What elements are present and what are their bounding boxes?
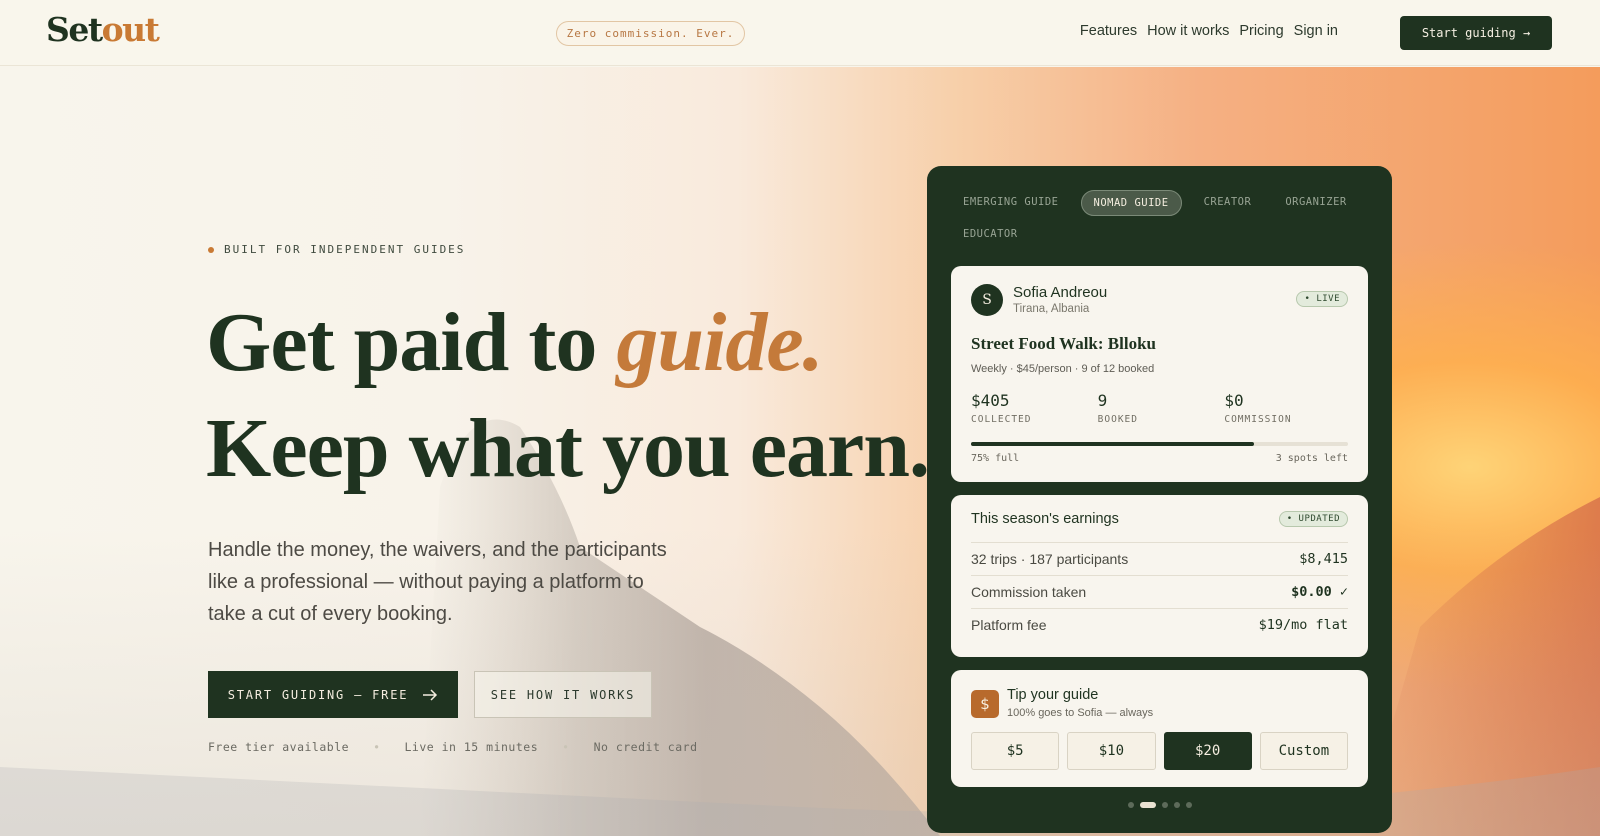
- hero-eyebrow: BUILT FOR INDEPENDENT GUIDES: [208, 243, 465, 256]
- hero-subtext: Handle the money, the waivers, and the p…: [208, 539, 667, 625]
- fill-percentage: 75% full: [971, 453, 1020, 464]
- earnings-value: $0.00 ✓: [1291, 584, 1348, 600]
- stat-label: COMMISSION: [1224, 414, 1292, 425]
- trip-title: Street Food Walk: Blloku: [971, 334, 1156, 353]
- earnings-card: This season's earnings • UPDATED 32 trip…: [951, 495, 1368, 657]
- perk-separator: •: [373, 740, 381, 754]
- earnings-value: $19/mo flat: [1258, 617, 1348, 633]
- stat-collected: $405 COLLECTED: [971, 391, 1098, 425]
- main-nav: Features How it works Pricing Sign in: [1080, 23, 1338, 39]
- logo-text-accent: out: [101, 10, 160, 49]
- booking-progress-bar: [971, 442, 1348, 446]
- dollar-icon: $: [971, 690, 999, 718]
- earnings-rows: 32 trips · 187 participants $8,415 Commi…: [971, 542, 1348, 641]
- earnings-label: Commission taken: [971, 584, 1087, 600]
- carousel-dot-active[interactable]: [1139, 802, 1156, 808]
- nav-link-features[interactable]: Features: [1080, 23, 1137, 39]
- earnings-title: This season's earnings: [971, 511, 1119, 527]
- tab-educator[interactable]: EDUCATOR: [951, 222, 1030, 246]
- updated-badge: • UPDATED: [1278, 511, 1348, 527]
- carousel-dots: [927, 802, 1392, 808]
- tip-option-20[interactable]: $20: [1163, 732, 1252, 770]
- stat-label: BOOKED: [1097, 414, 1138, 425]
- eyebrow-text: BUILT FOR INDEPENDENT GUIDES: [224, 243, 466, 256]
- trip-card: S Sofia Andreou Tirana, Albania • LIVE S…: [951, 266, 1368, 482]
- perk-separator: •: [562, 740, 570, 754]
- guide-showcase-panel: EMERGING GUIDE NOMAD GUIDE CREATOR ORGAN…: [927, 166, 1392, 833]
- tab-creator[interactable]: CREATOR: [1192, 190, 1264, 216]
- avatar: S: [971, 284, 1003, 316]
- tab-organizer[interactable]: ORGANIZER: [1273, 190, 1358, 216]
- tip-option-10[interactable]: $10: [1067, 732, 1156, 770]
- headline-accent: guide.: [616, 296, 823, 389]
- trip-meta: Weekly · $45/person · 9 of 12 booked: [971, 363, 1155, 375]
- arrow-right-icon: [423, 688, 438, 701]
- tagline-badge: Zero commission. Ever.: [556, 21, 745, 46]
- top-navigation: Setout Zero commission. Ever. Features H…: [0, 0, 1600, 66]
- hero-perks: Free tier available • Live in 15 minutes…: [208, 740, 698, 754]
- hero-headline: Get paid to guide. Keep what you earn.: [206, 290, 930, 502]
- start-guiding-free-button[interactable]: START GUIDING — FREE: [208, 671, 458, 718]
- nav-link-sign-in[interactable]: Sign in: [1294, 23, 1338, 39]
- tip-option-5[interactable]: $5: [971, 732, 1060, 770]
- nav-link-pricing[interactable]: Pricing: [1239, 23, 1283, 39]
- earnings-value: $8,415: [1299, 551, 1348, 567]
- stat-label: COLLECTED: [971, 414, 1032, 425]
- stat-value: $405: [971, 391, 1010, 410]
- stat-commission: $0 COMMISSION: [1224, 391, 1351, 425]
- spots-left: 3 spots left: [1275, 453, 1348, 464]
- earnings-row: Commission taken $0.00 ✓: [971, 575, 1348, 608]
- stat-value: 9: [1097, 391, 1108, 410]
- guide-name: Sofia Andreou: [1013, 284, 1108, 301]
- persona-tabs: EMERGING GUIDE NOMAD GUIDE CREATOR ORGAN…: [951, 190, 1371, 246]
- earnings-label: 32 trips · 187 participants: [971, 551, 1129, 567]
- earnings-row: Platform fee $19/mo flat: [971, 608, 1348, 641]
- trip-stats: $405 COLLECTED 9 BOOKED $0 COMMISSION: [971, 391, 1351, 425]
- carousel-dot[interactable]: [1127, 802, 1134, 808]
- earnings-row: 32 trips · 187 participants $8,415: [971, 542, 1348, 575]
- perk-item: Live in 15 minutes: [404, 740, 539, 754]
- tip-option-custom[interactable]: Custom: [1259, 732, 1348, 770]
- live-status-badge: • LIVE: [1296, 291, 1348, 307]
- earnings-label: Platform fee: [971, 617, 1047, 633]
- tip-subtitle: 100% goes to Sofia — always: [1007, 707, 1154, 719]
- start-guiding-header-button[interactable]: Start guiding →: [1400, 16, 1552, 50]
- perk-item: Free tier available: [208, 740, 350, 754]
- carousel-dot[interactable]: [1161, 802, 1168, 808]
- carousel-dot[interactable]: [1173, 802, 1180, 808]
- start-guiding-free-label: START GUIDING — FREE: [227, 687, 409, 702]
- carousel-dot[interactable]: [1185, 802, 1192, 808]
- stat-booked: 9 BOOKED: [1098, 391, 1225, 425]
- logo[interactable]: Setout: [46, 10, 160, 49]
- stat-value: $0: [1224, 391, 1244, 410]
- perk-item: No credit card: [593, 740, 698, 754]
- guide-location: Tirana, Albania: [1013, 303, 1090, 315]
- headline-line1: Get paid to: [206, 296, 617, 389]
- booking-progress-fill: [971, 442, 1254, 446]
- tip-options: $5 $10 $20 Custom: [971, 732, 1348, 770]
- nav-link-how-it-works[interactable]: How it works: [1147, 23, 1229, 39]
- see-how-it-works-button[interactable]: SEE HOW IT WORKS: [474, 671, 652, 718]
- tip-title: Tip your guide: [1007, 687, 1099, 703]
- eyebrow-dot-icon: [208, 246, 214, 253]
- headline-line2: Keep what you earn.: [206, 402, 930, 495]
- tab-emerging-guide[interactable]: EMERGING GUIDE: [951, 190, 1071, 216]
- tip-card: $ Tip your guide 100% goes to Sofia — al…: [951, 670, 1368, 787]
- tab-nomad-guide[interactable]: NOMAD GUIDE: [1080, 190, 1182, 216]
- logo-text-main: Set: [46, 10, 103, 49]
